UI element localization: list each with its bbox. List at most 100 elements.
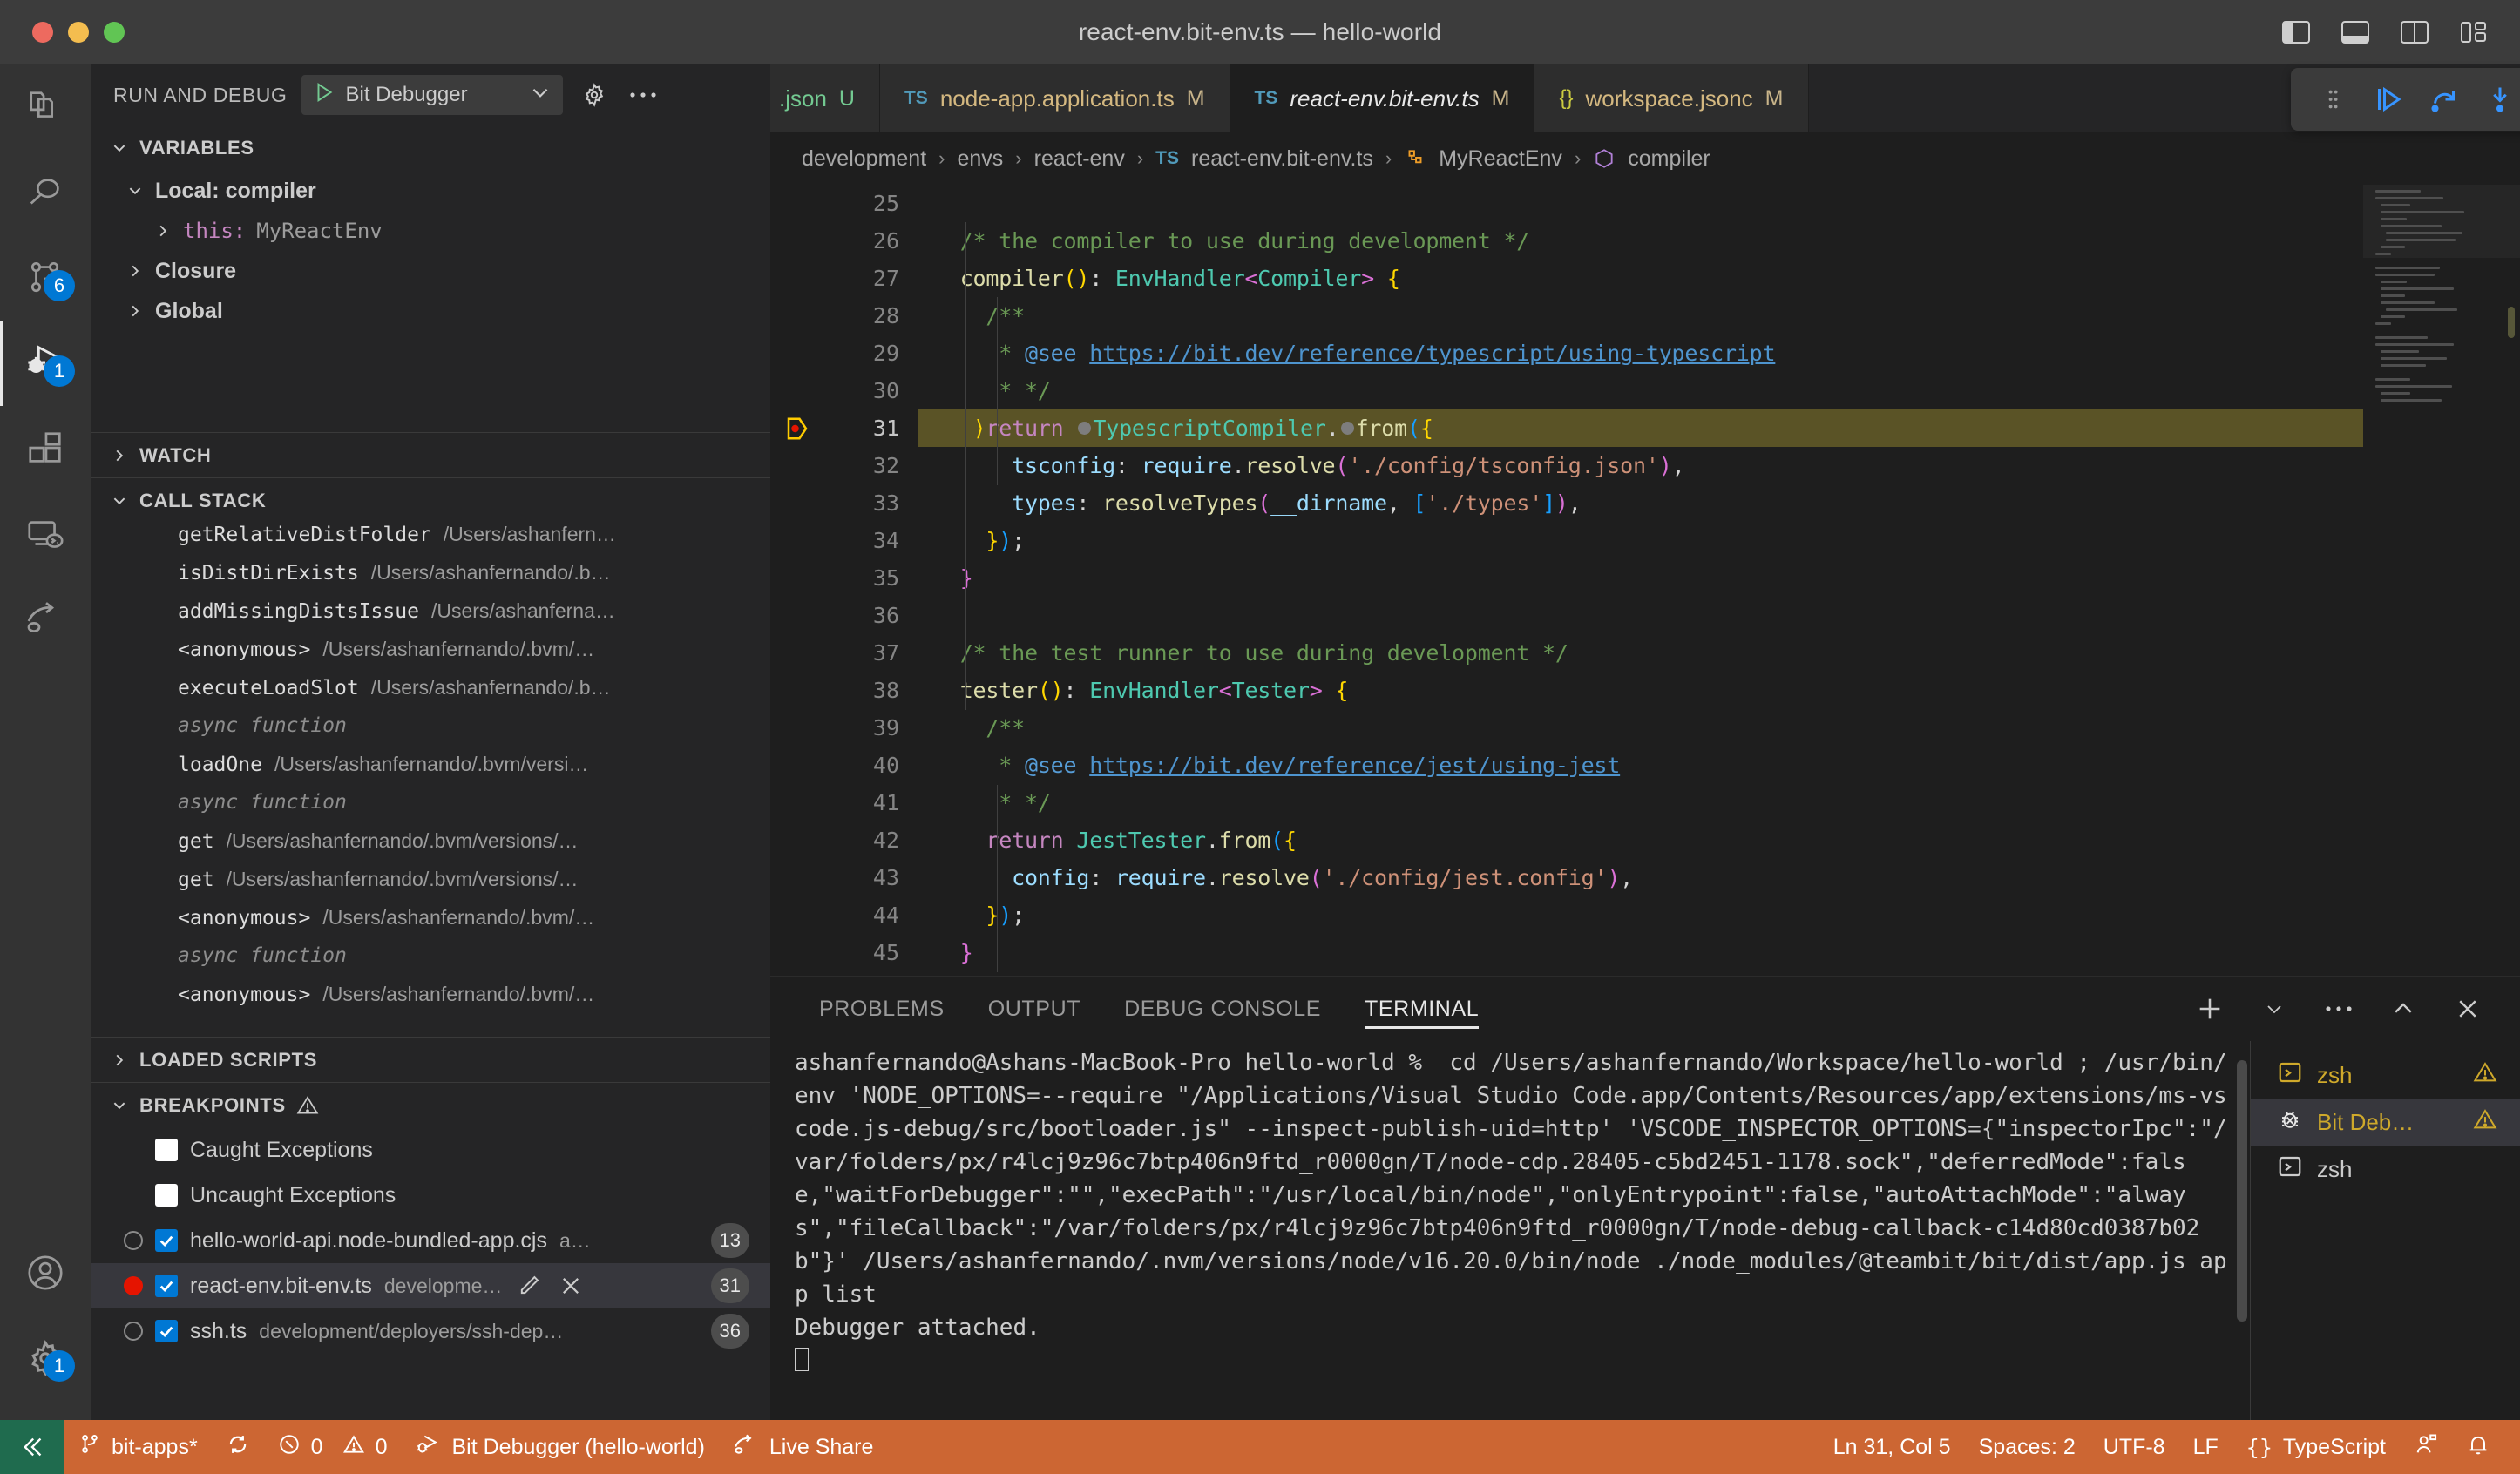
variables-pane-header[interactable]: VARIABLES <box>91 125 770 171</box>
frame-path: /Users/ashanfernando/.bvm/… <box>322 983 595 1005</box>
call-stack-frame[interactable]: loadOne/Users/ashanfernando/.bvm/versi… <box>91 753 770 791</box>
tab-terminal[interactable]: TERMINAL <box>1365 977 1480 1041</box>
breakpoint-enabled-checkbox[interactable] <box>155 1275 178 1297</box>
status-branch[interactable]: bit-apps* <box>64 1420 212 1474</box>
status-debug-session[interactable]: Bit Debugger (hello-world) <box>401 1420 718 1474</box>
call-stack-frame[interactable]: get/Users/ashanfernando/.bvm/versions/… <box>91 868 770 906</box>
call-stack-frame[interactable]: isDistDirExists/Users/ashanfernando/.b… <box>91 561 770 599</box>
breakpoint-enabled-checkbox[interactable] <box>155 1320 178 1342</box>
add-terminal-icon[interactable] <box>2192 991 2227 1026</box>
start-debug-play-icon[interactable] <box>313 81 335 110</box>
code-content[interactable]: /* the compiler to use during developmen… <box>918 185 2363 976</box>
more-actions-icon[interactable] <box>2321 991 2356 1026</box>
breakpoint-marker-icon[interactable] <box>784 416 810 442</box>
launch-configuration-select[interactable]: Bit Debugger <box>301 75 563 115</box>
tab-problems[interactable]: PROBLEMS <box>819 977 945 1041</box>
status-encoding[interactable]: UTF-8 <box>2090 1420 2179 1474</box>
call-stack-frame[interactable]: <anonymous> /Users/ashanfernando/.bvm/… <box>91 638 770 676</box>
sidebar-item-explorer[interactable] <box>0 64 91 150</box>
status-cursor-position[interactable]: Ln 31, Col 5 <box>1819 1420 1965 1474</box>
breakpoint-row[interactable]: hello-world-api.node-bundled-app.cjs a… … <box>91 1218 770 1263</box>
code-editor[interactable]: 25 26 27 28 29 30 31 32 33 34 35 36 37 3… <box>770 185 2520 976</box>
debug-toolbar[interactable] <box>2291 68 2520 131</box>
breadcrumb-item[interactable]: MyReactEnv <box>1439 146 1562 172</box>
breadcrumb-item[interactable]: compiler <box>1628 146 1710 172</box>
variable-row[interactable]: this: MyReactEnv <box>91 211 770 251</box>
breakpoints-pane-header[interactable]: BREAKPOINTS <box>91 1082 770 1127</box>
call-stack-frame[interactable]: <anonymous> /Users/ashanfernando/.bvm/… <box>91 983 770 1021</box>
editor-tab[interactable]: .json U <box>770 64 880 132</box>
variables-scope-row[interactable]: Closure <box>91 251 770 291</box>
grip-icon[interactable] <box>2307 75 2359 124</box>
remove-icon[interactable] <box>556 1271 586 1301</box>
maximize-panel-icon[interactable] <box>2386 991 2421 1026</box>
sidebar-item-extensions[interactable] <box>0 406 91 491</box>
customize-layout-icon[interactable] <box>2457 18 2490 46</box>
sidebar-more-actions-icon[interactable] <box>626 78 660 112</box>
status-feedback[interactable] <box>2400 1420 2452 1474</box>
chevron-down-icon <box>110 139 129 158</box>
breakpoint-exception-row[interactable]: Caught Exceptions <box>91 1127 770 1173</box>
breakpoint-row[interactable]: ssh.ts development/deployers/ssh-dep… 36 <box>91 1308 770 1354</box>
tab-debug-console[interactable]: DEBUG CONSOLE <box>1124 977 1321 1041</box>
status-problems[interactable]: 0 0 <box>264 1420 402 1474</box>
step-into-icon[interactable] <box>2474 75 2520 124</box>
call-stack-pane-header[interactable]: CALL STACK <box>91 477 770 523</box>
status-eol[interactable]: LF <box>2179 1420 2232 1474</box>
status-language-mode[interactable]: {} TypeScript <box>2232 1420 2400 1474</box>
breadcrumb-item[interactable]: react-env.bit-env.ts <box>1191 146 1373 172</box>
chevron-down-icon[interactable] <box>529 81 552 110</box>
toggle-secondary-sidebar-icon[interactable] <box>2398 18 2431 46</box>
editor-tab[interactable]: TS react-env.bit-env.ts M <box>1230 64 1535 132</box>
call-stack-frame[interactable]: get/Users/ashanfernando/.bvm/versions/… <box>91 829 770 868</box>
call-stack-frame[interactable]: getRelativeDistFolder/Users/ashanfern… <box>91 523 770 561</box>
remote-indicator[interactable] <box>0 1420 64 1474</box>
close-panel-icon[interactable] <box>2450 991 2485 1026</box>
call-stack-frame[interactable]: <anonymous> /Users/ashanfernando/.bvm/… <box>91 906 770 944</box>
sidebar-item-source-control[interactable]: 6 <box>0 235 91 321</box>
accounts-icon[interactable] <box>0 1230 91 1315</box>
tab-output[interactable]: OUTPUT <box>988 977 1080 1041</box>
sidebar-item-remote-explorer[interactable] <box>0 491 91 577</box>
breakpoint-enabled-checkbox[interactable] <box>155 1229 178 1252</box>
sidebar-item-search[interactable] <box>0 150 91 235</box>
edit-icon[interactable] <box>514 1271 544 1301</box>
toggle-primary-sidebar-icon[interactable] <box>2280 18 2313 46</box>
loaded-scripts-pane-header[interactable]: LOADED SCRIPTS <box>91 1037 770 1082</box>
variables-scope-row[interactable]: Global <box>91 291 770 331</box>
editor-tab[interactable]: {} workspace.jsonc M <box>1534 64 1809 132</box>
continue-icon[interactable] <box>2362 75 2415 124</box>
terminal-scrollbar[interactable] <box>2234 1041 2250 1420</box>
breakpoint-exception-row[interactable]: Uncaught Exceptions <box>91 1173 770 1218</box>
call-stack-frame[interactable]: addMissingDistsIssue/Users/ashanferna… <box>91 599 770 638</box>
terminal-list-item[interactable]: Bit Deb… <box>2251 1099 2520 1146</box>
terminal-output[interactable]: ashanfernando@Ashans-MacBook-Pro hello-w… <box>770 1041 2234 1420</box>
call-stack-frame[interactable]: executeLoadSlot/Users/ashanfernando/.b… <box>91 676 770 714</box>
code-line: compiler(): EnvHandler < Compiler > { <box>934 266 1400 291</box>
debug-settings-gear-icon[interactable] <box>577 78 612 112</box>
breadcrumb-item[interactable]: envs <box>957 146 1003 172</box>
uncaught-exceptions-checkbox[interactable] <box>155 1184 178 1207</box>
toggle-panel-icon[interactable] <box>2339 18 2372 46</box>
breadcrumb-item[interactable]: development <box>802 146 926 172</box>
split-dropdown-icon[interactable] <box>2257 991 2292 1026</box>
status-live-share[interactable]: Live Share <box>719 1420 888 1474</box>
sidebar-item-run-and-debug[interactable]: 1 <box>0 321 91 406</box>
watch-pane-header[interactable]: WATCH <box>91 432 770 477</box>
status-notifications[interactable] <box>2452 1420 2504 1474</box>
activity-bar: 6 1 1 <box>0 64 91 1420</box>
breadcrumb-item[interactable]: react-env <box>1034 146 1125 172</box>
editor-minimap[interactable] <box>2363 185 2520 976</box>
sidebar-item-live-share[interactable] <box>0 577 91 662</box>
status-sync[interactable] <box>212 1420 264 1474</box>
variables-scope-row[interactable]: Local: compiler <box>91 171 770 211</box>
terminal-list-item[interactable]: zsh <box>2251 1051 2520 1099</box>
status-indentation[interactable]: Spaces: 2 <box>1965 1420 2090 1474</box>
editor-gutter[interactable]: 25 26 27 28 29 30 31 32 33 34 35 36 37 3… <box>770 185 918 976</box>
caught-exceptions-checkbox[interactable] <box>155 1139 178 1161</box>
step-over-icon[interactable] <box>2418 75 2470 124</box>
manage-gear-icon[interactable]: 1 <box>0 1315 91 1401</box>
breakpoint-row[interactable]: react-env.bit-env.ts developme… 31 <box>91 1263 770 1308</box>
editor-tab[interactable]: TS node-app.application.ts M <box>879 64 1230 132</box>
terminal-list-item[interactable]: zsh <box>2251 1146 2520 1193</box>
